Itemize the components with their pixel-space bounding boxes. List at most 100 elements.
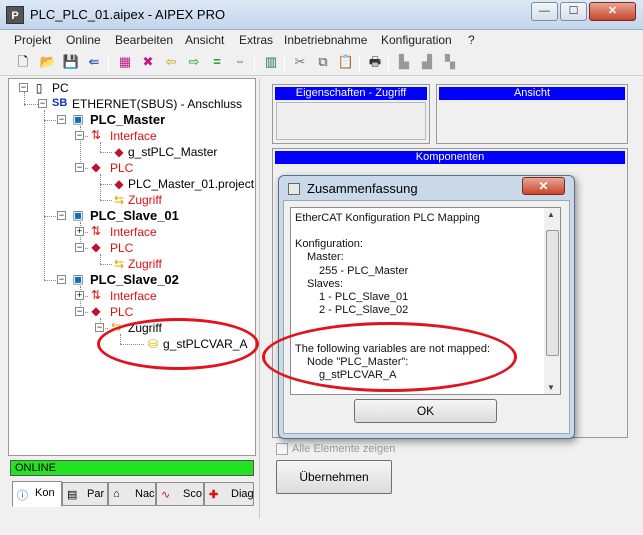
- print-icon[interactable]: 🖶: [366, 53, 384, 71]
- plc-device-icon: ▣: [72, 272, 84, 286]
- tree-item-interface[interactable]: Interface: [110, 289, 157, 303]
- close-button[interactable]: ✕: [589, 2, 636, 21]
- splitter[interactable]: [259, 78, 267, 518]
- toolbar-separator: [108, 54, 109, 72]
- new-file-icon[interactable]: 🗋: [14, 53, 32, 71]
- plc-device-icon: ▣: [72, 208, 84, 222]
- scope-icon: ∿: [161, 489, 171, 501]
- expand-toggle[interactable]: −: [75, 243, 84, 252]
- tab-scope[interactable]: ∿ Sco: [156, 482, 204, 506]
- equal-icon[interactable]: =: [208, 53, 226, 71]
- compare-m-icon[interactable]: ⇔: [231, 53, 249, 71]
- access-arrows-icon: ⇆: [113, 257, 125, 271]
- menu-online[interactable]: Online: [66, 33, 101, 47]
- tree-item-plc[interactable]: PLC: [110, 241, 133, 255]
- copy-icon[interactable]: ⧉: [314, 53, 332, 71]
- tree-item-project[interactable]: PLC_Master_01.project: [128, 177, 254, 191]
- properties-content: [276, 102, 426, 140]
- tab-konfiguration[interactable]: ⓘ Kon: [12, 481, 62, 507]
- calculator-icon[interactable]: ▥: [262, 53, 280, 71]
- ok-button[interactable]: OK: [354, 399, 497, 423]
- expand-toggle[interactable]: +: [75, 291, 84, 300]
- open-folder-icon[interactable]: 📂: [39, 53, 57, 71]
- expand-toggle[interactable]: −: [95, 323, 104, 332]
- arrow-left-icon[interactable]: ⇦: [162, 53, 180, 71]
- parameter-icon: ▤: [67, 489, 78, 501]
- tree-item-plc-slave-02[interactable]: PLC_Slave_02: [90, 272, 179, 287]
- import-icon[interactable]: ⇚: [85, 53, 103, 71]
- expand-toggle[interactable]: −: [75, 307, 84, 316]
- tree-item-plc-master[interactable]: PLC_Master: [90, 112, 165, 127]
- menu-projekt[interactable]: Projekt: [14, 33, 51, 47]
- expand-toggle[interactable]: −: [57, 275, 66, 284]
- show-all-checkbox[interactable]: [276, 443, 288, 455]
- menu-bearbeiten[interactable]: Bearbeiten: [115, 33, 173, 47]
- interface-arrows-icon: ⇅: [90, 224, 102, 238]
- summary-line: 255 - PLC_Master: [319, 265, 409, 277]
- tab-diagnose[interactable]: ✚ Diag: [204, 482, 254, 506]
- summary-line: 1 - PLC_Slave_01: [319, 291, 409, 303]
- tab-parameter[interactable]: ▤ Par: [62, 482, 108, 506]
- window-title: PLC_PLC_01.aipex - AIPEX PRO: [30, 7, 226, 22]
- paste-icon[interactable]: 📋: [337, 53, 355, 71]
- toolbar-separator: [284, 54, 285, 72]
- cut-icon[interactable]: ✂: [291, 53, 309, 71]
- app-icon: P: [6, 6, 24, 24]
- tree-item-pc[interactable]: PC: [52, 81, 69, 95]
- tree-item-plc-slave-01[interactable]: PLC_Slave_01: [90, 208, 179, 223]
- scrollbar-thumb[interactable]: [546, 230, 559, 356]
- diagnosis-cross-icon: ✚: [209, 489, 219, 501]
- variable-cube-icon: ◆: [114, 145, 124, 159]
- expand-toggle[interactable]: −: [57, 211, 66, 220]
- view-pane: Ansicht: [436, 84, 628, 144]
- menu-help[interactable]: ?: [468, 33, 475, 47]
- tab-nachrichten[interactable]: ⌂ Nac: [108, 482, 156, 506]
- annotation-ellipse-dialog: [262, 322, 517, 392]
- properties-pane: Eigenschaften - Zugriff: [272, 84, 430, 144]
- menu-konfiguration[interactable]: Konfiguration: [381, 33, 452, 47]
- dialog-close-button[interactable]: ✕: [522, 177, 565, 195]
- expand-toggle[interactable]: +: [75, 227, 84, 236]
- tree-item-interface[interactable]: Interface: [110, 129, 157, 143]
- apply-button[interactable]: Übernehmen: [276, 460, 392, 494]
- dialog-title: Zusammenfassung: [307, 181, 418, 196]
- download-icon[interactable]: ▙: [395, 53, 413, 71]
- maximize-button[interactable]: ☐: [560, 2, 587, 21]
- transfer-icon[interactable]: ▚: [441, 53, 459, 71]
- tree-item-access[interactable]: Zugriff: [128, 257, 162, 271]
- expand-toggle[interactable]: −: [38, 99, 47, 108]
- save-icon[interactable]: 💾: [62, 53, 80, 71]
- tree-item-access[interactable]: Zugriff: [128, 193, 162, 207]
- properties-header: Eigenschaften - Zugriff: [275, 87, 427, 100]
- scroll-down-icon[interactable]: ▼: [547, 383, 555, 392]
- tree-item-interface[interactable]: Interface: [110, 225, 157, 239]
- expand-toggle[interactable]: −: [75, 163, 84, 172]
- view-header: Ansicht: [439, 87, 625, 100]
- online-status-bar: ONLINE: [10, 460, 254, 476]
- expand-toggle[interactable]: −: [57, 115, 66, 124]
- menu-ansicht[interactable]: Ansicht: [185, 33, 224, 47]
- access-arrows-icon: ⇆: [113, 193, 125, 207]
- upload-icon[interactable]: ▟: [418, 53, 436, 71]
- disconnect-icon[interactable]: ✖: [139, 53, 157, 71]
- plc-cube-icon: ◆: [91, 240, 101, 254]
- expand-toggle[interactable]: −: [19, 83, 28, 92]
- tree-item-plc[interactable]: PLC: [110, 305, 133, 319]
- messages-icon: ⌂: [113, 488, 120, 500]
- pc-icon: ▯: [35, 81, 43, 95]
- tree-item-plc[interactable]: PLC: [110, 161, 133, 175]
- tree-item-variable[interactable]: g_stPLC_Master: [128, 145, 217, 159]
- toolbar-separator: [254, 54, 255, 72]
- menu-inbetriebnahme[interactable]: Inbetriebnahme: [284, 33, 367, 47]
- summary-line: Konfiguration:: [295, 238, 363, 250]
- scroll-up-icon[interactable]: ▲: [547, 210, 555, 219]
- tree-item-bus[interactable]: ETHERNET(SBUS) - Anschluss: [72, 97, 242, 111]
- expand-toggle[interactable]: −: [75, 131, 84, 140]
- arrow-right-icon[interactable]: ⇨: [185, 53, 203, 71]
- minimize-button[interactable]: —: [531, 2, 558, 21]
- plc-cube-icon: ◆: [91, 160, 101, 174]
- plc-save-icon[interactable]: ▦: [116, 53, 134, 71]
- menu-extras[interactable]: Extras: [239, 33, 273, 47]
- show-all-label: Alle Elemente zeigen: [292, 443, 396, 455]
- plc-cube-icon: ◆: [91, 304, 101, 318]
